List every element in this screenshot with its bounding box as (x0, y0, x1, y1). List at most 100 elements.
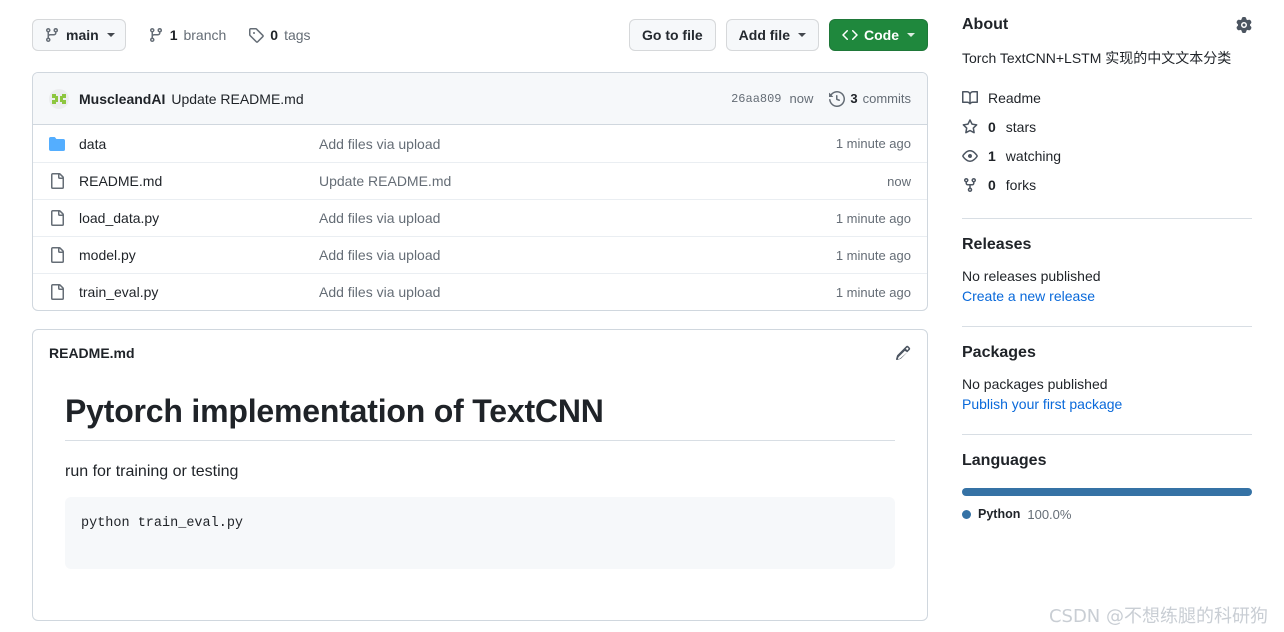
packages-title: Packages (962, 343, 1036, 361)
file-time: 1 minute ago (835, 284, 911, 300)
stat-label: Readme (988, 90, 1041, 107)
table-row: train_eval.py Add files via upload 1 minut… (33, 273, 927, 310)
file-name[interactable]: model.py (79, 247, 319, 263)
languages-title: Languages (962, 451, 1047, 469)
stat-label: watching (1005, 148, 1062, 165)
go-to-file-label: Go to file (641, 27, 703, 43)
branches-count: 1 (169, 27, 178, 43)
about-header: About (962, 16, 1252, 34)
go-to-file-button[interactable]: Go to file (628, 19, 716, 51)
tags-count: 0 (270, 27, 279, 43)
repo-toolbar: main 1 branch 0 tags Go to file Add file… (32, 16, 928, 54)
commit-time: now (789, 91, 814, 106)
file-time: 1 minute ago (835, 210, 911, 226)
file-commit-message[interactable]: Add files via upload (319, 210, 836, 226)
tags-link[interactable]: 0 tags (248, 27, 311, 43)
stat-label: forks (1005, 177, 1037, 194)
repository-page: main 1 branch 0 tags Go to file Add file… (0, 0, 1284, 632)
chevron-down-icon (106, 33, 115, 37)
history-icon (829, 90, 846, 107)
language-percent: 100.0% (1027, 506, 1072, 522)
file-icon (49, 210, 65, 226)
sidebar-item-watching[interactable]: 1 watching (962, 142, 1252, 171)
branch-icon (148, 27, 164, 43)
file-name[interactable]: data (79, 136, 319, 152)
fork-icon (962, 177, 978, 193)
table-row: README.md Update README.md now (33, 162, 927, 199)
releases-empty: No releases published (962, 267, 1101, 284)
sidebar-item-stars[interactable]: 0 stars (962, 113, 1252, 142)
chevron-down-icon (798, 33, 806, 37)
readme-title: README.md (49, 345, 135, 361)
commit-meta: 26aa809 now 3 commits (731, 90, 911, 107)
about-description: Torch TextCNN+LSTM 实现的中文文本分类 (962, 50, 1232, 66)
file-commit-message[interactable]: Update README.md (319, 173, 887, 189)
stat-count: 0 (988, 119, 996, 136)
about-stats-list: Readme 0 stars 1 watching 0 forks (962, 84, 1252, 200)
file-time: 1 minute ago (835, 136, 911, 151)
readme-heading: Pytorch implementation of TextCNN (65, 393, 895, 441)
file-name[interactable]: load_data.py (79, 210, 319, 226)
main-column: main 1 branch 0 tags Go to file Add file… (32, 16, 928, 632)
language-color-dot (962, 509, 971, 519)
star-icon (962, 119, 978, 135)
file-time: 1 minute ago (835, 247, 911, 263)
file-icon (49, 284, 65, 300)
sidebar: About Torch TextCNN+LSTM 实现的中文文本分类 Readm… (952, 16, 1252, 632)
code-button[interactable]: Code (829, 19, 928, 51)
avatar (49, 88, 69, 109)
commit-hash[interactable]: 26aa809 (731, 92, 781, 106)
file-name[interactable]: README.md (79, 173, 319, 189)
commit-message[interactable]: Update README.md (171, 91, 303, 107)
branch-icon (44, 27, 60, 43)
folder-icon (49, 136, 65, 152)
packages-empty: No packages published (962, 375, 1108, 392)
language-name: Python (978, 507, 1021, 522)
readme-header: README.md (33, 330, 927, 361)
add-file-button[interactable]: Add file (725, 19, 819, 51)
releases-section: Releases No releases published Create a … (962, 219, 1252, 304)
readme-paragraph: run for training or testing (65, 463, 239, 480)
edit-pencil-icon[interactable] (895, 345, 911, 361)
table-row: model.py Add files via upload 1 minute ago (33, 236, 927, 273)
file-rows: data Add files via upload 1 minute ago READ… (33, 125, 927, 310)
tag-icon (248, 27, 265, 43)
file-listing: MuscleandAI Update README.md 26aa809 now… (32, 72, 928, 311)
tags-label: tags (284, 27, 311, 43)
branch-selector-label: main (66, 27, 99, 43)
commits-count: 3 (850, 91, 858, 106)
readme-body: Pytorch implementation of TextCNN run fo… (33, 361, 927, 569)
file-icon (49, 247, 65, 263)
sidebar-item-forks[interactable]: 0 forks (962, 171, 1252, 200)
branches-label: branch (183, 27, 227, 43)
languages-section: Languages Python 100.0% (962, 435, 1252, 522)
sidebar-item-readme[interactable]: Readme (962, 84, 1252, 113)
eye-icon (962, 148, 978, 164)
gear-icon[interactable] (1236, 17, 1252, 33)
stat-label: stars (1005, 119, 1037, 136)
create-release-link[interactable]: Create a new release (962, 288, 1252, 304)
file-commit-message[interactable]: Add files via upload (319, 136, 836, 152)
releases-title: Releases (962, 235, 1032, 253)
language-list: Python 100.0% (962, 507, 1252, 522)
table-row: data Add files via upload 1 minute ago (33, 125, 927, 162)
branches-link[interactable]: 1 branch (148, 27, 227, 43)
readme-panel: README.md Pytorch implementation of Text… (32, 329, 928, 621)
file-name[interactable]: train_eval.py (79, 284, 319, 300)
table-row: load_data.py Add files via upload 1 minute… (33, 199, 927, 236)
add-file-label: Add file (738, 27, 790, 43)
readme-code-text: python train_eval.py (81, 516, 244, 531)
file-icon (49, 173, 65, 189)
publish-package-link[interactable]: Publish your first package (962, 396, 1252, 412)
commits-history-link[interactable]: 3 commits (829, 90, 911, 107)
book-icon (962, 90, 978, 106)
stat-count: 0 (988, 177, 996, 194)
chevron-down-icon (907, 33, 915, 37)
code-button-label: Code (864, 27, 899, 43)
file-commit-message[interactable]: Add files via upload (319, 284, 836, 300)
branch-selector-button[interactable]: main (32, 19, 126, 51)
file-commit-message[interactable]: Add files via upload (319, 247, 836, 263)
commit-author[interactable]: MuscleandAI (79, 91, 165, 107)
language-item[interactable]: Python 100.0% (962, 507, 1252, 522)
stat-count: 1 (988, 148, 996, 165)
